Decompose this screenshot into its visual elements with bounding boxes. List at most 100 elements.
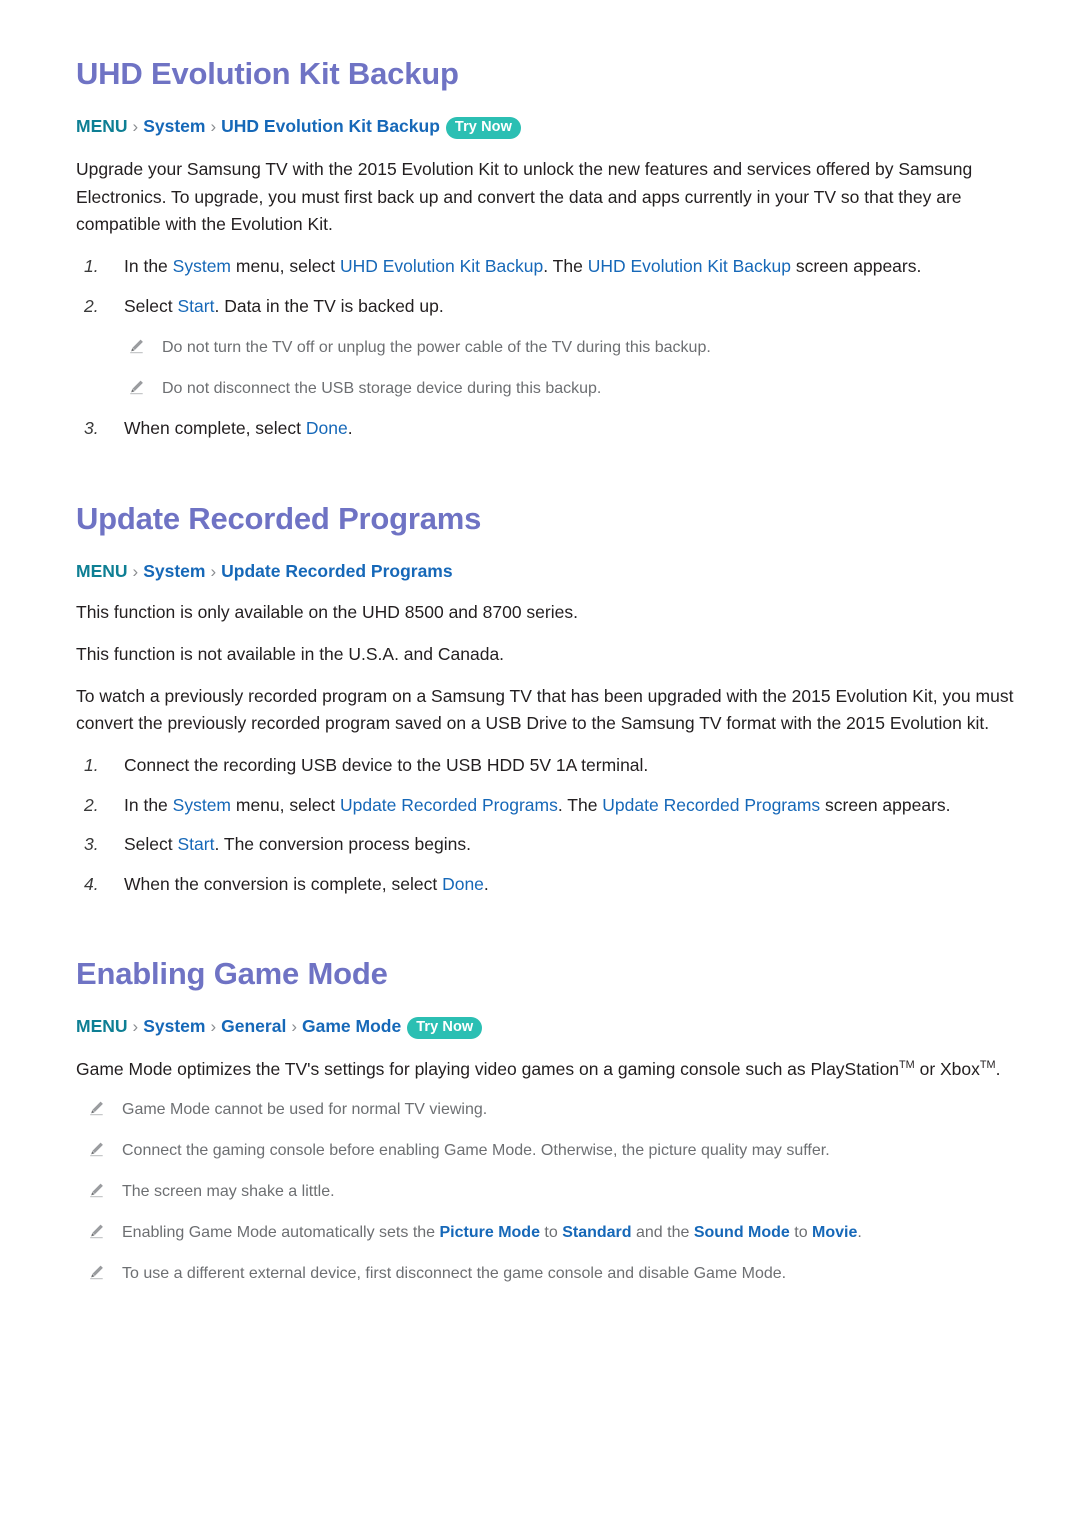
section-enabling-game-mode: Enabling Game Mode MENU › System › General › G… — [76, 956, 1020, 1286]
term-picture-mode: Picture Mode — [439, 1224, 540, 1242]
step-text: Connect the recording USB device to the … — [124, 754, 649, 775]
step-text: In the System menu, select UHD Evolution… — [124, 255, 922, 276]
term-start: Start — [177, 295, 215, 316]
step-text: When the conversion is complete, select … — [124, 873, 489, 894]
step-number: 2. — [84, 794, 99, 815]
note-text-and: and the — [631, 1224, 694, 1242]
breadcrumb-menu-label[interactable]: MENU — [76, 116, 128, 136]
breadcrumb-enabling-game-mode: MENU › System › General › Game Mode Try Now — [76, 1014, 1020, 1040]
list-item: 2. In the System menu, select Update Rec… — [76, 792, 1020, 820]
list-item: Enabling Game Mode automatically sets th… — [76, 1221, 1020, 1245]
trademark-icon: TM — [899, 1059, 915, 1072]
term-done: Done — [442, 873, 484, 894]
breadcrumb-menu-label[interactable]: MENU — [76, 1016, 128, 1036]
step-number: 4. — [84, 873, 99, 894]
term-update-recorded-programs: Update Recorded Programs — [339, 794, 558, 815]
note-text: Enabling Game Mode automatically sets th… — [122, 1224, 862, 1241]
breadcrumb-separator-icon: › — [291, 1017, 297, 1037]
paragraph-availability-series: This function is only available on the U… — [76, 602, 578, 623]
list-item: 3. Select Start. The conversion process … — [76, 831, 1020, 859]
list-item: Do not turn the TV off or unplug the pow… — [116, 336, 1020, 360]
step-number: 3. — [84, 418, 99, 439]
section-update-recorded-programs: Update Recorded Programs MENU › System › Upd… — [76, 501, 1020, 899]
term-start: Start — [177, 834, 215, 855]
term-done: Done — [305, 418, 348, 439]
note-text: Game Mode cannot be used for normal TV v… — [122, 1101, 488, 1119]
list-item: 1. Connect the recording USB device to t… — [76, 752, 1020, 780]
term-movie: Movie — [812, 1224, 858, 1242]
intro-text-end: . — [995, 1059, 1001, 1080]
section-uhd-evolution-kit-backup: UHD Evolution Kit Backup MENU › System › UHD… — [76, 56, 1020, 443]
breadcrumb-separator-icon: › — [210, 116, 217, 136]
steps-list-update-recorded-programs: 1. Connect the recording USB device to t… — [76, 752, 1020, 899]
paragraph-conversion-info: To watch a previously recorded program o… — [76, 685, 1014, 734]
breadcrumb-item-general[interactable]: General — [221, 1016, 286, 1036]
list-item: 4. When the conversion is complete, sele… — [76, 871, 1020, 899]
note-text-end: . — [857, 1224, 862, 1242]
pencil-icon — [128, 379, 145, 396]
step-text: In the System menu, select Update Record… — [124, 794, 951, 815]
steps-list-uhd-backup-cont: 3. When complete, select Done. — [76, 415, 1020, 443]
term-sound-mode: Sound Mode — [693, 1224, 790, 1242]
trademark-icon: TM — [979, 1059, 996, 1072]
pencil-icon — [88, 1141, 105, 1158]
note-text: Do not disconnect the USB storage device… — [162, 380, 602, 398]
list-item: 1. In the System menu, select UHD Evolut… — [76, 253, 1020, 281]
pencil-icon — [88, 1100, 105, 1117]
breadcrumb-uhd-evolution-kit-backup: MENU › System › UHD Evolution Kit Backup Try … — [76, 114, 1020, 140]
term-system: System — [172, 255, 232, 276]
breadcrumb-separator-icon: › — [132, 561, 139, 581]
steps-list-uhd-backup: 1. In the System menu, select UHD Evolut… — [76, 253, 1020, 320]
breadcrumb-separator-icon: › — [132, 116, 139, 136]
step-number: 1. — [84, 255, 99, 276]
list-item: Do not disconnect the USB storage device… — [116, 377, 1020, 401]
note-text: Do not turn the TV off or unplug the pow… — [162, 339, 711, 357]
document-page: UHD Evolution Kit Backup MENU › System › UHD… — [0, 0, 1080, 1527]
list-item: 2. Select Start. Data in the TV is backe… — [76, 293, 1020, 321]
term-standard: Standard — [562, 1224, 632, 1242]
step-number: 1. — [84, 754, 99, 775]
try-now-badge[interactable]: Try Now — [407, 1017, 483, 1040]
breadcrumb-item-system[interactable]: System — [143, 561, 205, 581]
list-item: The screen may shake a little. — [76, 1180, 1020, 1204]
step-text: Select Start. The conversion process beg… — [124, 834, 471, 855]
paragraph-availability-region: This function is not available in the U.… — [76, 643, 505, 664]
breadcrumb-separator-icon: › — [210, 1017, 217, 1037]
page-title-uhd-evolution-kit-backup: UHD Evolution Kit Backup — [76, 56, 459, 91]
intro-paragraph-game-mode: Game Mode optimizes the TV's settings fo… — [76, 1056, 1020, 1084]
pencil-icon — [128, 338, 145, 355]
list-item: Connect the gaming console before enabli… — [76, 1139, 1020, 1163]
term-update-recorded-programs-screen: Update Recorded Programs — [602, 794, 821, 815]
list-item: To use a different external device, firs… — [76, 1262, 1020, 1286]
breadcrumb-item-system[interactable]: System — [143, 116, 205, 136]
note-text: The screen may shake a little. — [122, 1183, 335, 1201]
pencil-icon — [88, 1223, 105, 1240]
pencil-icon — [88, 1182, 105, 1199]
step-number: 2. — [84, 295, 99, 316]
note-text: Connect the gaming console before enabli… — [122, 1142, 830, 1160]
breadcrumb-menu-label[interactable]: MENU — [76, 561, 128, 581]
note-text: To use a different external device, firs… — [122, 1265, 787, 1283]
page-title-update-recorded-programs: Update Recorded Programs — [76, 500, 482, 536]
try-now-badge[interactable]: Try Now — [445, 116, 522, 140]
notes-list-game-mode: Game Mode cannot be used for normal TV v… — [76, 1098, 1020, 1286]
intro-text-mid: or Xbox — [914, 1059, 980, 1080]
breadcrumb-item-game-mode[interactable]: Game Mode — [302, 1016, 401, 1036]
term-uhd-evolution-kit-backup: UHD Evolution Kit Backup — [339, 255, 544, 276]
step-text: When complete, select Done. — [124, 418, 353, 439]
breadcrumb-separator-icon: › — [210, 561, 217, 581]
term-system: System — [172, 794, 232, 815]
intro-paragraph: Upgrade your Samsung TV with the 2015 Ev… — [76, 159, 973, 235]
breadcrumb-item-uhd-evolution-kit-backup[interactable]: UHD Evolution Kit Backup — [221, 116, 440, 136]
list-item: 3. When complete, select Done. — [76, 415, 1020, 443]
pencil-icon — [88, 1264, 105, 1281]
intro-text-lead: Game Mode optimizes the TV's settings fo… — [76, 1059, 900, 1080]
note-text-to-2: to — [789, 1224, 813, 1242]
breadcrumb-separator-icon: › — [132, 1017, 139, 1037]
breadcrumb-update-recorded-programs: MENU › System › Update Recorded Programs — [76, 559, 1020, 584]
breadcrumb-item-system[interactable]: System — [143, 1016, 205, 1036]
step-text: Select Start. Data in the TV is backed u… — [124, 295, 444, 316]
notes-list-uhd-backup: Do not turn the TV off or unplug the pow… — [116, 336, 1020, 401]
note-text-lead: Enabling Game Mode automatically sets th… — [122, 1224, 440, 1242]
breadcrumb-item-update-recorded-programs[interactable]: Update Recorded Programs — [221, 561, 452, 581]
